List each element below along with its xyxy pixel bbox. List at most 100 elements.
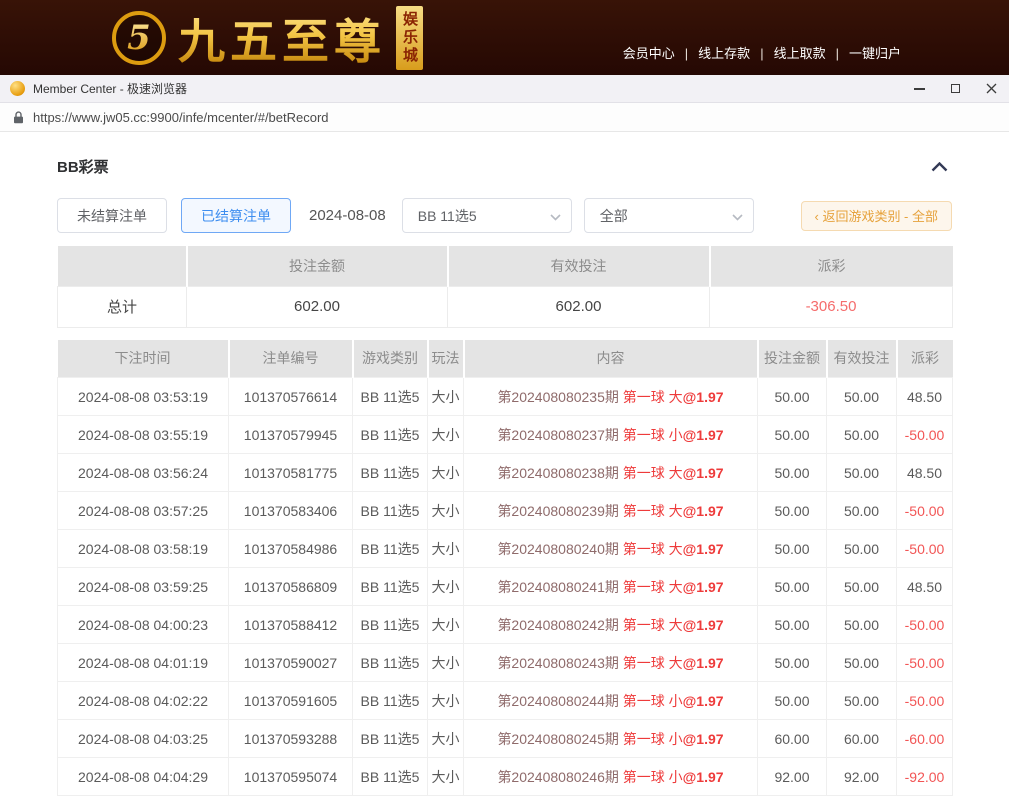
content-odds: @1.97 — [683, 465, 724, 481]
content-bet: 第一球 大 — [623, 465, 683, 481]
table-row: 2024-08-08 03:58:19101370584986BB 11选5大小… — [58, 530, 953, 568]
cell-valid-bet: 50.00 — [827, 530, 897, 568]
cell-payout: -50.00 — [897, 606, 953, 644]
cell-valid-bet: 50.00 — [827, 606, 897, 644]
panel-header: BB彩票 — [57, 156, 952, 177]
content-period: 第202408080242期 — [497, 617, 622, 633]
content-period: 第202408080246期 — [497, 769, 622, 785]
chevron-down-icon — [550, 214, 561, 221]
table-row: 2024-08-08 03:55:19101370579945BB 11选5大小… — [58, 416, 953, 454]
table-row: 2024-08-08 04:02:22101370591605BB 11选5大小… — [58, 682, 953, 720]
maximize-button[interactable] — [937, 75, 973, 102]
column-header-bet-amount: 投注金额 — [187, 246, 448, 286]
site-logo: 5 九五至尊 娱乐城 — [112, 3, 423, 72]
cell-order-id: 101370586809 — [229, 568, 353, 606]
cell-payout: 48.50 — [897, 568, 953, 606]
cell-valid-bet: 50.00 — [827, 644, 897, 682]
table-row: 2024-08-08 04:04:29101370595074BB 11选5大小… — [58, 758, 953, 796]
column-header-order-id: 注单编号 — [229, 340, 353, 378]
table-row: 2024-08-08 04:01:19101370590027BB 11选5大小… — [58, 644, 953, 682]
cell-bet-time: 2024-08-08 03:56:24 — [58, 454, 229, 492]
table-row: 2024-08-08 04:00:23101370588412BB 11选5大小… — [58, 606, 953, 644]
cell-content: 第202408080237期 第一球 小@1.97 — [464, 416, 758, 454]
cell-play-type: 大小 — [428, 758, 464, 796]
back-to-game-category-button[interactable]: ‹ 返回游戏类别 - 全部 — [801, 201, 953, 231]
cell-play-type: 大小 — [428, 416, 464, 454]
browser-favicon-icon — [10, 81, 25, 96]
cell-bet-amount: 50.00 — [758, 644, 827, 682]
cell-bet-amount: 60.00 — [758, 720, 827, 758]
cell-payout: -50.00 — [897, 530, 953, 568]
nav-online-deposit[interactable]: 线上存款 — [698, 43, 773, 62]
minimize-button[interactable] — [901, 75, 937, 102]
nav-one-key-transfer[interactable]: 一键归户 — [849, 43, 901, 62]
game-type-select[interactable]: BB 11选5 — [402, 198, 572, 233]
scope-select[interactable]: 全部 — [584, 198, 754, 233]
cell-content: 第202408080245期 第一球 小@1.97 — [464, 720, 758, 758]
cell-content: 第202408080240期 第一球 大@1.97 — [464, 530, 758, 568]
cell-bet-time: 2024-08-08 04:03:25 — [58, 720, 229, 758]
total-label: 总计 — [58, 286, 187, 327]
bet-record-page: BB彩票 未结算注单 已结算注单 2024-08-08 BB 11选5 全部 ‹… — [0, 132, 1009, 796]
cell-game-type: BB 11选5 — [353, 530, 428, 568]
cell-bet-amount: 50.00 — [758, 682, 827, 720]
content-bet: 第一球 大 — [623, 579, 683, 595]
cell-play-type: 大小 — [428, 530, 464, 568]
content-odds: @1.97 — [683, 655, 724, 671]
nav-online-withdraw[interactable]: 线上取款 — [774, 43, 849, 62]
cell-valid-bet: 50.00 — [827, 568, 897, 606]
content-bet: 第一球 小 — [623, 427, 683, 443]
cell-play-type: 大小 — [428, 682, 464, 720]
cell-order-id: 101370595074 — [229, 758, 353, 796]
bet-table-body: 2024-08-08 03:53:19101370576614BB 11选5大小… — [58, 378, 953, 796]
cell-valid-bet: 50.00 — [827, 682, 897, 720]
cell-content: 第202408080241期 第一球 大@1.97 — [464, 568, 758, 606]
cell-game-type: BB 11选5 — [353, 644, 428, 682]
game-type-select-value: BB 11选5 — [418, 206, 477, 226]
cell-payout: 48.50 — [897, 378, 953, 416]
cell-order-id: 101370579945 — [229, 416, 353, 454]
cell-play-type: 大小 — [428, 644, 464, 682]
bet-record-table: 下注时间 注单编号 游戏类别 玩法 内容 投注金额 有效投注 派彩 2024-0… — [57, 340, 953, 797]
close-button[interactable] — [973, 75, 1009, 102]
column-header-game-type: 游戏类别 — [353, 340, 428, 378]
collapse-button[interactable] — [927, 158, 952, 176]
cell-game-type: BB 11选5 — [353, 454, 428, 492]
unsettled-orders-button[interactable]: 未结算注单 — [57, 198, 167, 233]
column-header-content: 内容 — [464, 340, 758, 378]
table-row: 2024-08-08 03:57:25101370583406BB 11选5大小… — [58, 492, 953, 530]
cell-order-id: 101370583406 — [229, 492, 353, 530]
cell-play-type: 大小 — [428, 454, 464, 492]
nav-member-center[interactable]: 会员中心 — [623, 43, 698, 62]
content-period: 第202408080244期 — [497, 693, 622, 709]
date-picker[interactable]: 2024-08-08 — [309, 207, 386, 224]
settled-orders-button[interactable]: 已结算注单 — [181, 198, 291, 233]
cell-bet-amount: 92.00 — [758, 758, 827, 796]
cell-valid-bet: 50.00 — [827, 492, 897, 530]
cell-bet-time: 2024-08-08 03:58:19 — [58, 530, 229, 568]
summary-table: 投注金额 有效投注 派彩 总计 602.00 602.00 -306.50 — [57, 246, 953, 328]
content-bet: 第一球 大 — [623, 617, 683, 633]
window-title: Member Center - 极速浏览器 — [33, 80, 187, 97]
top-nav: 会员中心 线上存款 线上取款 一键归户 — [623, 43, 901, 62]
cell-payout: -50.00 — [897, 644, 953, 682]
browser-addressbar[interactable]: https://www.jw05.cc:9900/infe/mcenter/#/… — [0, 103, 1009, 132]
url-text[interactable]: https://www.jw05.cc:9900/infe/mcenter/#/… — [33, 110, 329, 125]
cell-content: 第202408080235期 第一球 大@1.97 — [464, 378, 758, 416]
logo-text: 九五至尊 — [178, 3, 386, 72]
column-header-bet-amount: 投注金额 — [758, 340, 827, 378]
cell-bet-amount: 50.00 — [758, 492, 827, 530]
lock-icon — [13, 111, 24, 124]
site-banner: 5 九五至尊 娱乐城 会员中心 线上存款 线上取款 一键归户 — [0, 0, 1009, 75]
column-header — [58, 246, 187, 286]
cell-play-type: 大小 — [428, 568, 464, 606]
cell-bet-time: 2024-08-08 04:04:29 — [58, 758, 229, 796]
cell-content: 第202408080246期 第一球 小@1.97 — [464, 758, 758, 796]
column-header-valid-bet: 有效投注 — [448, 246, 710, 286]
content-period: 第202408080239期 — [497, 503, 622, 519]
column-header-bet-time: 下注时间 — [58, 340, 229, 378]
cell-payout: -92.00 — [897, 758, 953, 796]
cell-game-type: BB 11选5 — [353, 492, 428, 530]
cell-content: 第202408080239期 第一球 大@1.97 — [464, 492, 758, 530]
browser-titlebar: Member Center - 极速浏览器 — [0, 75, 1009, 103]
